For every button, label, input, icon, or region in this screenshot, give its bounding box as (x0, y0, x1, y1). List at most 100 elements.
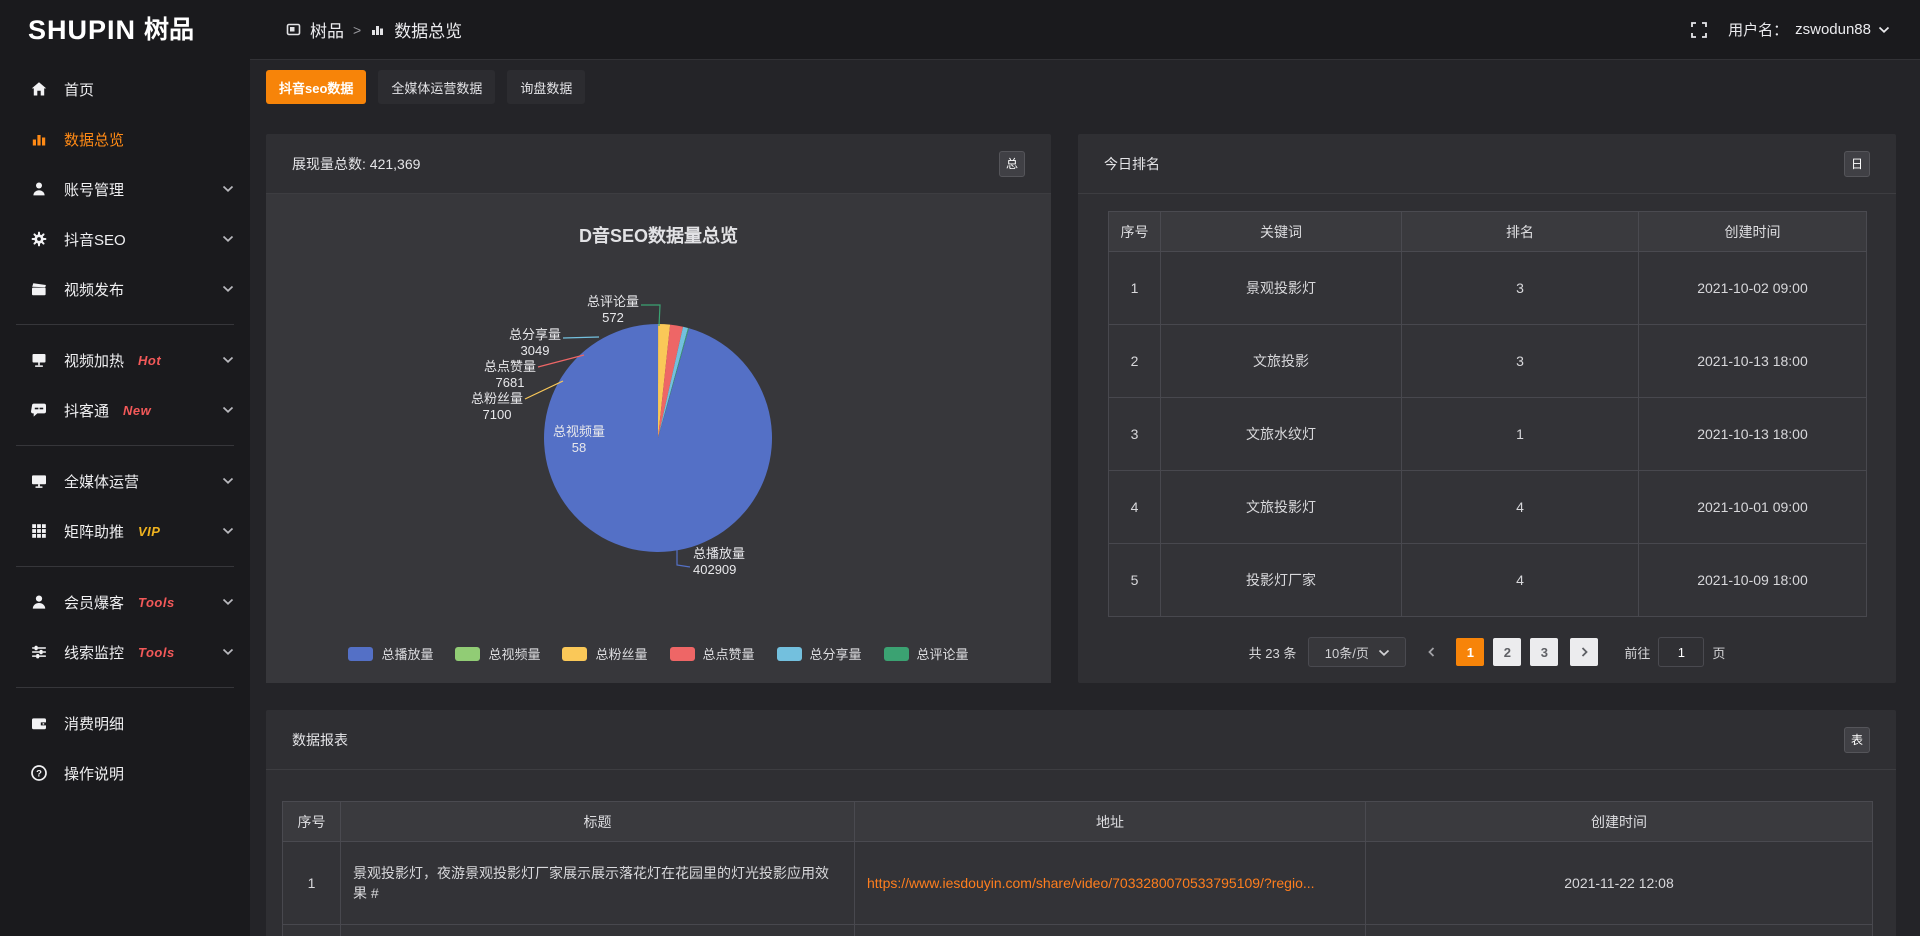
sidebar-item-label: 首页 (64, 79, 94, 100)
sidebar-item-label: 操作说明 (64, 763, 124, 784)
logo[interactable]: SHUPIN 树品 (0, 0, 250, 60)
ranking-cell: 2021-10-01 09:00 (1639, 471, 1867, 544)
logo-text-en: SHUPIN (28, 17, 136, 44)
sliders-icon (30, 643, 49, 662)
app-window-icon (286, 22, 301, 37)
screen-icon (30, 351, 49, 370)
sidebar: 首页数据总览账号管理抖音SEO视频发布视频加热Hot抖客通New全媒体运营矩阵助… (0, 60, 250, 936)
ranking-cell: 2021-10-02 09:00 (1639, 252, 1867, 325)
sidebar-item-douketong[interactable]: 抖客通New (0, 385, 250, 435)
report-column-header: 地址 (855, 802, 1366, 842)
legend-swatch (348, 647, 373, 661)
sidebar-item-member[interactable]: 会员爆客Tools (0, 577, 250, 627)
sidebar-item-video-publish[interactable]: 视频发布 (0, 264, 250, 314)
ranking-cell: 5 (1109, 544, 1161, 617)
legend-swatch (562, 647, 587, 661)
legend-item[interactable]: 总点赞量 (670, 644, 755, 663)
clapperboard-icon (30, 280, 49, 299)
goto-page-input[interactable] (1658, 637, 1704, 667)
tab-2[interactable]: 询盘数据 (507, 70, 585, 104)
ranking-cell: 3 (1402, 325, 1639, 398)
overview-total-label: 展现量总数: 421,369 (292, 154, 420, 174)
goto-suffix: 页 (1712, 643, 1725, 662)
legend-item[interactable]: 总视频量 (455, 644, 540, 663)
legend-label: 总视频量 (488, 644, 540, 663)
page-button-2[interactable]: 2 (1493, 638, 1521, 666)
pie-label-1: 总视频量58 (529, 424, 629, 456)
page-size-select[interactable]: 10条/页 (1308, 637, 1406, 667)
prev-page-button[interactable] (1418, 638, 1444, 666)
report-cell-title: 景观投影灯，夜游景观投影灯厂家展示展示落花灯在花园里的灯光投影应用效果 # (341, 842, 855, 925)
pie-label-value: 58 (529, 440, 629, 456)
overview-panel-header: 展现量总数: 421,369 总 (266, 134, 1051, 194)
ranking-column-header: 排名 (1402, 212, 1639, 252)
sidebar-item-video-heat[interactable]: 视频加热Hot (0, 335, 250, 385)
day-view-button[interactable]: 日 (1844, 151, 1870, 177)
sidebar-item-badge: VIP (138, 524, 160, 539)
total-view-button[interactable]: 总 (999, 151, 1025, 177)
chevron-down-icon (222, 285, 234, 293)
ranking-cell: 4 (1402, 471, 1639, 544)
wallet-icon (30, 714, 49, 733)
sidebar-item-label: 线索监控 (64, 642, 124, 663)
sidebar-item-home[interactable]: 首页 (0, 64, 250, 114)
sidebar-item-label: 数据总览 (64, 129, 124, 150)
report-cell (855, 925, 1366, 936)
tab-0[interactable]: 抖音seo数据 (266, 70, 366, 104)
home-icon (30, 80, 49, 99)
ranking-cell: 2021-10-13 18:00 (1639, 325, 1867, 398)
sidebar-item-badge: New (123, 403, 151, 418)
report-column-header: 创建时间 (1366, 802, 1873, 842)
table-row: 2文旅投影32021-10-13 18:00 (1109, 325, 1867, 398)
page-button-1[interactable]: 1 (1456, 638, 1484, 666)
sidebar-item-help[interactable]: ?操作说明 (0, 748, 250, 798)
legend-label: 总分享量 (810, 644, 862, 663)
top-bar-right: 用户名：zswodun88 (1690, 19, 1890, 40)
sidebar-item-badge: Tools (138, 645, 175, 660)
sidebar-item-media-ops[interactable]: 全媒体运营 (0, 456, 250, 506)
ranking-cell: 景观投影灯 (1161, 252, 1402, 325)
report-cell (1366, 925, 1873, 936)
breadcrumb-root[interactable]: 树品 (310, 17, 344, 42)
next-page-button[interactable] (1570, 638, 1598, 666)
pie-label-value: 7681 (460, 375, 560, 391)
report-cell (341, 925, 855, 936)
page-button-3[interactable]: 3 (1530, 638, 1558, 666)
goto-prefix: 前往 (1624, 643, 1650, 662)
ranking-cell: 2 (1109, 325, 1161, 398)
top-bar: SHUPIN 树品 树品 > 数据总览 用户名：zswodun88 (0, 0, 1920, 60)
pie-label-name: 总点赞量 (460, 359, 560, 375)
bar-chart-icon (30, 130, 49, 149)
sidebar-item-data-overview[interactable]: 数据总览 (0, 114, 250, 164)
chevron-down-icon (222, 356, 234, 364)
legend-item[interactable]: 总粉丝量 (562, 644, 647, 663)
pie-label-value: 572 (563, 310, 663, 326)
chart-legend: 总播放量 总视频量 总粉丝量 总点赞量 总分享量 总评论量 (266, 644, 1051, 663)
pie-label-4: 总分享量3049 (485, 327, 585, 359)
ranking-cell: 3 (1109, 398, 1161, 471)
top-bar-main: 树品 > 数据总览 用户名：zswodun88 (250, 0, 1920, 60)
video-link[interactable]: https://www.iesdouyin.com/share/video/70… (867, 875, 1315, 891)
pie-svg (266, 194, 1051, 683)
tab-1[interactable]: 全媒体运营数据 (378, 70, 495, 104)
user-menu[interactable]: 用户名：zswodun88 (1728, 19, 1890, 40)
sidebar-item-matrix-boost[interactable]: 矩阵助推 VIP (0, 506, 250, 556)
legend-item[interactable]: 总播放量 (348, 644, 433, 663)
pie-label-value: 7100 (447, 407, 547, 423)
legend-label: 总评论量 (917, 644, 969, 663)
chevron-down-icon (222, 527, 234, 535)
fullscreen-icon[interactable] (1690, 21, 1708, 39)
report-column-header: 标题 (341, 802, 855, 842)
sidebar-item-consumption[interactable]: 消费明细 (0, 698, 250, 748)
sidebar-item-label: 矩阵助推 (64, 521, 124, 542)
legend-label: 总粉丝量 (595, 644, 647, 663)
sidebar-item-account[interactable]: 账号管理 (0, 164, 250, 214)
legend-label: 总播放量 (381, 644, 433, 663)
sidebar-item-clue-monitor[interactable]: 线索监控 Tools (0, 627, 250, 677)
chat-icon (30, 401, 49, 420)
table-view-button[interactable]: 表 (1844, 727, 1870, 753)
sidebar-item-douyin-seo[interactable]: 抖音SEO (0, 214, 250, 264)
legend-item[interactable]: 总评论量 (884, 644, 969, 663)
sidebar-divider (16, 566, 234, 567)
legend-item[interactable]: 总分享量 (777, 644, 862, 663)
